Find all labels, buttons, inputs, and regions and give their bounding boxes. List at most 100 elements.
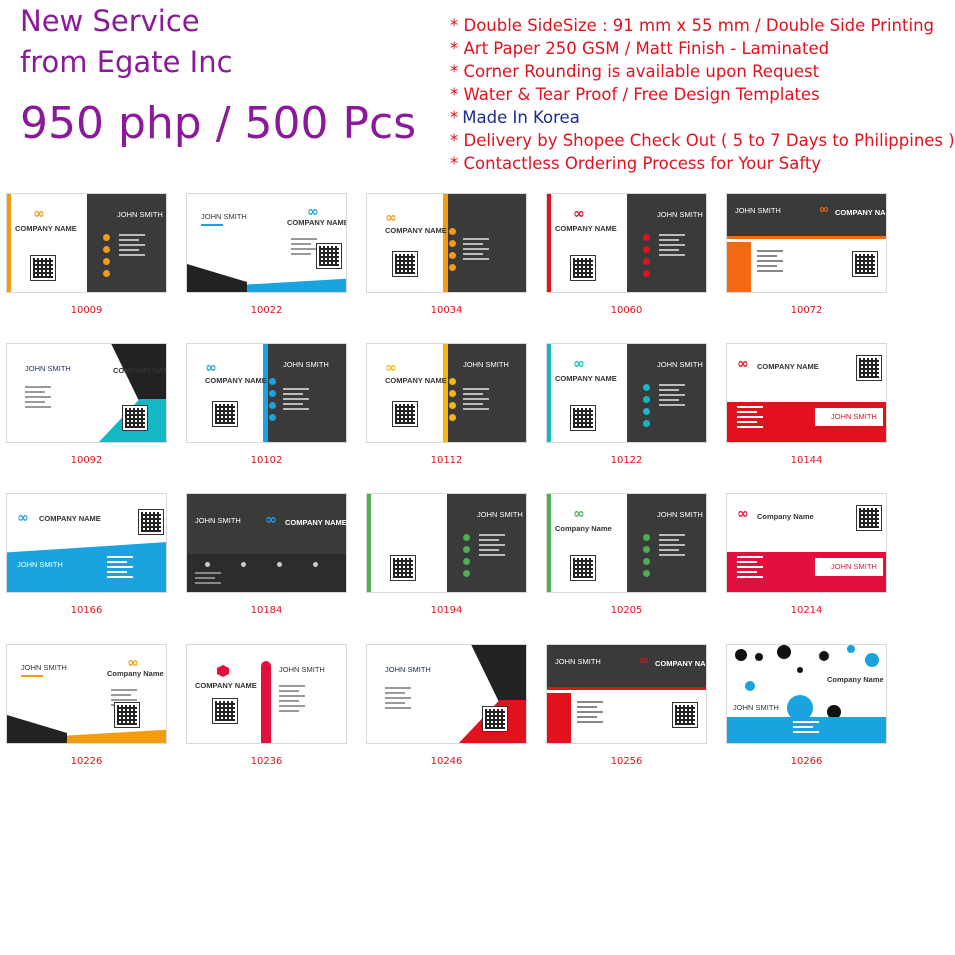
card-code[interactable]: 10226	[6, 756, 167, 767]
card-detail-line	[659, 554, 685, 556]
contact-icon	[269, 378, 276, 385]
card-detail-line	[107, 561, 127, 563]
card-item[interactable]: ∞ Company Name JOHN SMITH 10214	[726, 493, 887, 623]
business-card-preview[interactable]: JOHN SMITH ∞ Company Name	[6, 644, 167, 744]
company-name: Company Name	[757, 512, 814, 521]
card-item[interactable]: Company Name JOHN SMITH 10266	[726, 644, 887, 774]
card-code[interactable]: 10184	[186, 605, 347, 616]
card-item[interactable]: ∞ Company Name JOHN SMITH 10205	[546, 493, 707, 623]
card-item[interactable]: ∞ COMPANY NAME JOHN SMITH 10166	[6, 493, 167, 623]
card-detail-line	[659, 249, 679, 251]
card-detail-line	[385, 697, 411, 699]
card-code[interactable]: 10122	[546, 455, 707, 466]
card-code[interactable]: 10092	[6, 455, 167, 466]
contact-icon	[463, 534, 470, 541]
business-card-preview[interactable]: JOHN SMITH∞COMPANY NAME	[546, 644, 707, 744]
card-detail-line	[659, 394, 685, 396]
business-card-preview[interactable]: JOHN SMITH COMPANY NAME	[6, 343, 167, 443]
card-item[interactable]: JOHN SMITH ∞ COMPANY NAME 10184	[186, 493, 347, 623]
card-detail-line	[737, 416, 763, 418]
feature-item: * Art Paper 250 GSM / Matt Finish - Lami…	[450, 39, 830, 58]
contact-icon	[449, 264, 456, 271]
card-detail-line	[737, 421, 757, 423]
card-item[interactable]: ∞ COMPANY NAME JOHN SMITH 10102	[186, 343, 347, 473]
card-detail-line	[107, 576, 133, 578]
contact-icon	[463, 558, 470, 565]
feature-item: * Delivery by Shopee Check Out ( 5 to 7 …	[450, 131, 955, 150]
card-code[interactable]: 10214	[726, 605, 887, 616]
qr-code	[114, 702, 140, 728]
contact-icon	[643, 258, 650, 265]
card-code[interactable]: 10034	[366, 305, 527, 316]
card-code[interactable]: 10102	[186, 455, 347, 466]
card-detail-line	[111, 699, 137, 701]
card-code[interactable]: 10144	[726, 455, 887, 466]
company-name: COMPANY NAME	[757, 362, 819, 371]
card-item[interactable]: JOHN SMITH ∞ Company Name 10226	[6, 644, 167, 774]
card-code[interactable]: 10205	[546, 605, 707, 616]
card-code[interactable]: 10194	[366, 605, 527, 616]
card-item[interactable]: ∞ COMPANY NAME JOHN SMITH 10122	[546, 343, 707, 473]
card-code[interactable]: 10009	[6, 305, 167, 316]
person-name: JOHN SMITH	[657, 210, 703, 219]
card-item[interactable]: ∞ COMPANY NAME JOHN SMITH 10112	[366, 343, 527, 473]
card-item[interactable]: COMPANY NAME JOHN SMITH 10236	[186, 644, 347, 774]
business-card-preview[interactable]: ∞ COMPANY NAME	[366, 193, 527, 293]
decorative-dot	[865, 653, 879, 667]
card-code[interactable]: 10060	[546, 305, 707, 316]
business-card-preview[interactable]: ∞ Company Name JOHN SMITH	[546, 493, 707, 593]
card-dark-panel	[265, 344, 346, 442]
card-detail-line	[737, 426, 763, 428]
business-card-preview[interactable]: ∞ COMPANY NAME JOHN SMITH	[546, 193, 707, 293]
card-item[interactable]: ∞ COMPANY NAME JOHN SMITH 10009	[6, 193, 167, 323]
qr-code	[122, 405, 148, 431]
business-card-preview[interactable]: ∞ COMPANY NAME JOHN SMITH	[726, 343, 887, 443]
card-code[interactable]: 10112	[366, 455, 527, 466]
business-card-preview[interactable]: ∞ COMPANY NAME JOHN SMITH	[186, 343, 347, 443]
card-detail-line	[793, 731, 819, 733]
business-card-preview[interactable]: JOHN SMITH	[366, 493, 527, 593]
business-card-preview[interactable]: JOHN SMITH∞COMPANY NAME	[186, 493, 347, 593]
card-accent-side	[727, 242, 751, 292]
card-code[interactable]: 10166	[6, 605, 167, 616]
card-accent-bar	[261, 661, 271, 743]
card-detail-line	[659, 549, 679, 551]
card-accent-bar	[727, 236, 886, 239]
company-name: COMPANY NAME	[287, 218, 347, 227]
card-item[interactable]: JOHN SMITH COMPANY NAME 10092	[6, 343, 167, 473]
business-card-preview[interactable]: ∞ COMPANY NAME JOHN SMITH	[546, 343, 707, 443]
business-card-preview[interactable]: JOHN SMITH∞COMPANY NAME	[726, 193, 887, 293]
card-code[interactable]: 10072	[726, 305, 887, 316]
card-code[interactable]: 10246	[366, 756, 527, 767]
business-card-preview[interactable]: Company Name JOHN SMITH	[726, 644, 887, 744]
business-card-preview[interactable]: ∞ Company Name JOHN SMITH	[726, 493, 887, 593]
business-card-preview[interactable]: JOHN SMITH COMPANY NAME	[366, 644, 527, 744]
card-item[interactable]: ∞ COMPANY NAME JOHN SMITH 10060	[546, 193, 707, 323]
card-code[interactable]: 10256	[546, 756, 707, 767]
card-underline	[21, 675, 43, 677]
business-card-preview[interactable]: ∞ COMPANY NAME JOHN SMITH	[6, 193, 167, 293]
card-detail-line	[283, 388, 309, 390]
card-item[interactable]: JOHN SMITH ∞ COMPANY NAME 10256	[546, 644, 707, 774]
business-card-preview[interactable]: COMPANY NAME JOHN SMITH	[186, 644, 347, 744]
contact-icon	[449, 414, 456, 421]
business-card-preview[interactable]: JOHN SMITH∞COMPANY NAME	[186, 193, 347, 293]
business-card-preview[interactable]: ∞ COMPANY NAME JOHN SMITH	[366, 343, 527, 443]
contact-icon	[643, 234, 650, 241]
card-code[interactable]: 10236	[186, 756, 347, 767]
contact-icon	[643, 420, 650, 427]
business-card-preview[interactable]: ∞ COMPANY NAME JOHN SMITH	[6, 493, 167, 593]
card-item[interactable]: ∞ COMPANY NAME JOHN SMITH 10144	[726, 343, 887, 473]
card-item[interactable]: JOHN SMITH 10194	[366, 493, 527, 623]
card-code[interactable]: 10022	[186, 305, 347, 316]
card-item[interactable]: JOHN SMITH ∞ COMPANY NAME 10022	[186, 193, 347, 323]
card-item[interactable]: JOHN SMITH COMPANY NAME 10246	[366, 644, 527, 774]
card-detail-line	[385, 692, 405, 694]
card-detail-line	[119, 244, 145, 246]
company-name: Company Name	[555, 524, 612, 533]
contact-icon	[463, 570, 470, 577]
card-accent-bar	[367, 494, 371, 592]
card-item[interactable]: JOHN SMITH ∞ COMPANY NAME 10072	[726, 193, 887, 323]
card-item[interactable]: ∞ COMPANY NAME 10034	[366, 193, 527, 323]
card-code[interactable]: 10266	[726, 756, 887, 767]
